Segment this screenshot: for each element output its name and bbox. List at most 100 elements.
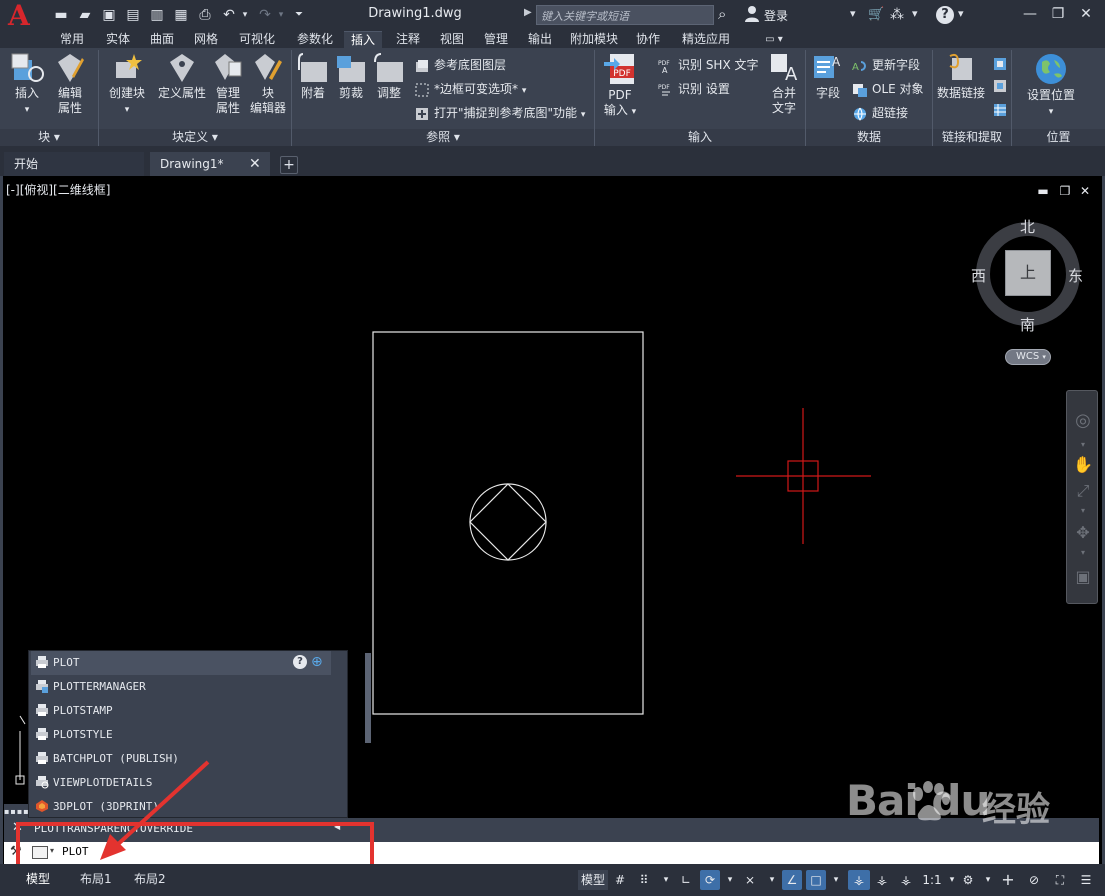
search-icon[interactable]: ⌕ (718, 5, 726, 23)
field-button[interactable]: A 字段 (810, 52, 846, 101)
search-input[interactable]: 键入关键字或短语 (536, 5, 714, 25)
ortho-icon[interactable]: ∟ (678, 870, 694, 890)
autocomplete-scrollbar[interactable] (365, 653, 371, 743)
insert-block-button[interactable]: 插入 ▾ (6, 52, 48, 118)
compass-south[interactable]: 南 (1020, 314, 1035, 335)
upload-to-source-icon[interactable] (992, 76, 1012, 94)
cart-icon[interactable]: 🛒 (868, 7, 884, 22)
block-editor-button[interactable]: 块编辑器 (248, 52, 288, 116)
viewport-minimize-icon[interactable]: ▬ (1036, 184, 1050, 198)
undo-dropdown-icon[interactable]: ▾ (236, 6, 254, 24)
snap-dropdown-icon[interactable]: ▾ (658, 870, 674, 890)
tab-insert[interactable]: 插入 (344, 31, 382, 48)
isodraft-dropdown-icon[interactable]: ▾ (764, 870, 780, 890)
customize-toolbar-icon[interactable]: ⏷ (290, 6, 308, 24)
help-icon[interactable]: ? (293, 655, 307, 669)
autodesk-a360-icon[interactable]: ⁂ (890, 7, 904, 23)
ribbon-minimize-toggle-icon[interactable]: ▭ ▾ (760, 31, 788, 48)
recognize-settings-button[interactable]: PDF 识别 设置 (658, 80, 730, 98)
tab-solid[interactable]: 实体 (100, 31, 136, 48)
ole-object-button[interactable]: OLE 对象 (852, 80, 924, 98)
drawing-rectangle[interactable] (372, 331, 644, 715)
polar-tracking-icon[interactable]: ⟳ (700, 870, 720, 890)
zoom-extents-icon[interactable]: ⤢ (1073, 481, 1093, 501)
web-mobile-save-icon[interactable]: ▥ (148, 6, 166, 24)
underlay-layers-button[interactable]: 参考底图图层 (414, 56, 506, 74)
viewport-close-icon[interactable]: ✕ (1078, 184, 1092, 198)
set-location-button[interactable]: 设置位置 ▾ (1020, 52, 1082, 120)
save-icon[interactable]: ▣ (100, 6, 118, 24)
viewport-controls-label[interactable]: [-][俯视][二维线框] (6, 181, 110, 198)
help-dropdown-icon[interactable]: ▾ (958, 7, 964, 20)
polar-dropdown-icon[interactable]: ▾ (722, 870, 738, 890)
attach-button[interactable]: 附着 (296, 52, 330, 101)
layout-tab-layout1[interactable]: 布局1 (74, 868, 118, 890)
layout-tab-layout2[interactable]: 布局2 (128, 868, 172, 890)
define-attributes-button[interactable]: 定义属性 (156, 52, 208, 101)
adjust-button[interactable]: 调整 (372, 52, 406, 101)
redo-dropdown-icon[interactable]: ▾ (272, 6, 290, 24)
layout-tab-model[interactable]: 模型 (20, 868, 56, 890)
tab-output[interactable]: 输出 (522, 31, 558, 48)
tab-visualize[interactable]: 可视化 (232, 31, 282, 48)
steering-wheel-icon[interactable]: ◎ (1073, 411, 1093, 431)
compass-east[interactable]: 东 (1068, 265, 1083, 286)
tab-close-icon[interactable]: ✕ (249, 152, 261, 176)
tab-addins[interactable]: 附加模块 (566, 31, 622, 48)
viewport-restore-icon[interactable]: ❐ (1058, 184, 1072, 198)
save-as-icon[interactable]: ▤ (124, 6, 142, 24)
tab-mesh[interactable]: 网格 (188, 31, 224, 48)
edit-attributes-button[interactable]: 编辑 属性 (52, 52, 88, 116)
hyperlink-button[interactable]: 超链接 (852, 104, 908, 122)
snap-to-underlay-dropdown[interactable]: 打开"捕捉到参考底图"功能 ▾ (414, 104, 585, 124)
compass-north[interactable]: 北 (1020, 216, 1035, 237)
restore-icon[interactable]: ❐ (1048, 4, 1068, 24)
zoom-dropdown-icon[interactable]: ▾ (1073, 501, 1093, 521)
autocomplete-item-plotstyle[interactable]: PLOTSTYLE (31, 723, 331, 747)
tab-annotate[interactable]: 注释 (390, 31, 426, 48)
drawing-circle[interactable] (469, 483, 547, 561)
tab-manage[interactable]: 管理 (478, 31, 514, 48)
print-icon[interactable]: ⎙ (196, 6, 214, 24)
compass-west[interactable]: 西 (971, 265, 986, 286)
new-tab-icon[interactable]: + (280, 156, 298, 174)
frame-variable-dropdown[interactable]: *边框可变选项* ▾ (414, 80, 526, 100)
update-fields-button[interactable]: A 更新字段 (852, 56, 920, 74)
autocomplete-item-plot[interactable]: PLOT (31, 651, 331, 675)
login-link[interactable]: 登录 (764, 7, 788, 24)
model-space-button[interactable]: 模型 (578, 870, 608, 890)
steering-wheel-dropdown-icon[interactable]: ▾ (1073, 435, 1093, 455)
block-definition-panel-title[interactable]: 块定义 ▾ (99, 129, 291, 146)
extract-data-icon[interactable] (992, 100, 1012, 118)
clip-button[interactable]: 剪裁 (334, 52, 368, 101)
object-snap-tracking-icon[interactable]: ∠ (782, 870, 802, 890)
manage-attributes-button[interactable]: 管理 属性 (212, 52, 244, 116)
a360-dropdown-icon[interactable]: ▾ (912, 7, 918, 20)
tab-parametric[interactable]: 参数化 (290, 31, 340, 48)
tab-start[interactable]: 开始 (4, 152, 144, 176)
tab-collaborate[interactable]: 协作 (630, 31, 666, 48)
snap-mode-icon[interactable]: ⠿ (636, 870, 652, 890)
grid-icon[interactable]: # (612, 870, 628, 890)
download-from-source-icon[interactable] (992, 54, 1012, 72)
search-expand-icon[interactable]: ▶ (524, 7, 532, 18)
autocad-logo-icon[interactable]: A (8, 2, 42, 30)
tab-view[interactable]: 视图 (434, 31, 470, 48)
tab-surface[interactable]: 曲面 (144, 31, 180, 48)
user-icon[interactable] (744, 5, 760, 23)
web-search-icon[interactable]: ⊕ (311, 654, 327, 670)
import-icon[interactable]: ▦ (172, 6, 190, 24)
open-folder-icon[interactable]: ▰ (76, 6, 94, 24)
autocomplete-item-plottermanager[interactable]: PLOTTERMANAGER (31, 675, 331, 699)
help-icon[interactable]: ? (936, 6, 954, 24)
tab-home[interactable]: 常用 (52, 31, 92, 48)
recognize-shx-text-button[interactable]: PDF A 识别 SHX 文字 (658, 56, 759, 74)
wcs-menu[interactable]: WCS ▾ (1005, 349, 1051, 365)
pan-icon[interactable]: ✋ (1073, 455, 1093, 475)
block-panel-title[interactable]: 块 ▾ (0, 129, 98, 146)
reference-panel-title[interactable]: 参照 ▾ (292, 129, 594, 146)
orbit-dropdown-icon[interactable]: ▾ (1073, 543, 1093, 563)
login-dropdown-icon[interactable]: ▾ (850, 7, 856, 20)
close-icon[interactable]: ✕ (1076, 4, 1096, 24)
data-link-button[interactable]: 数据链接 (934, 52, 988, 101)
